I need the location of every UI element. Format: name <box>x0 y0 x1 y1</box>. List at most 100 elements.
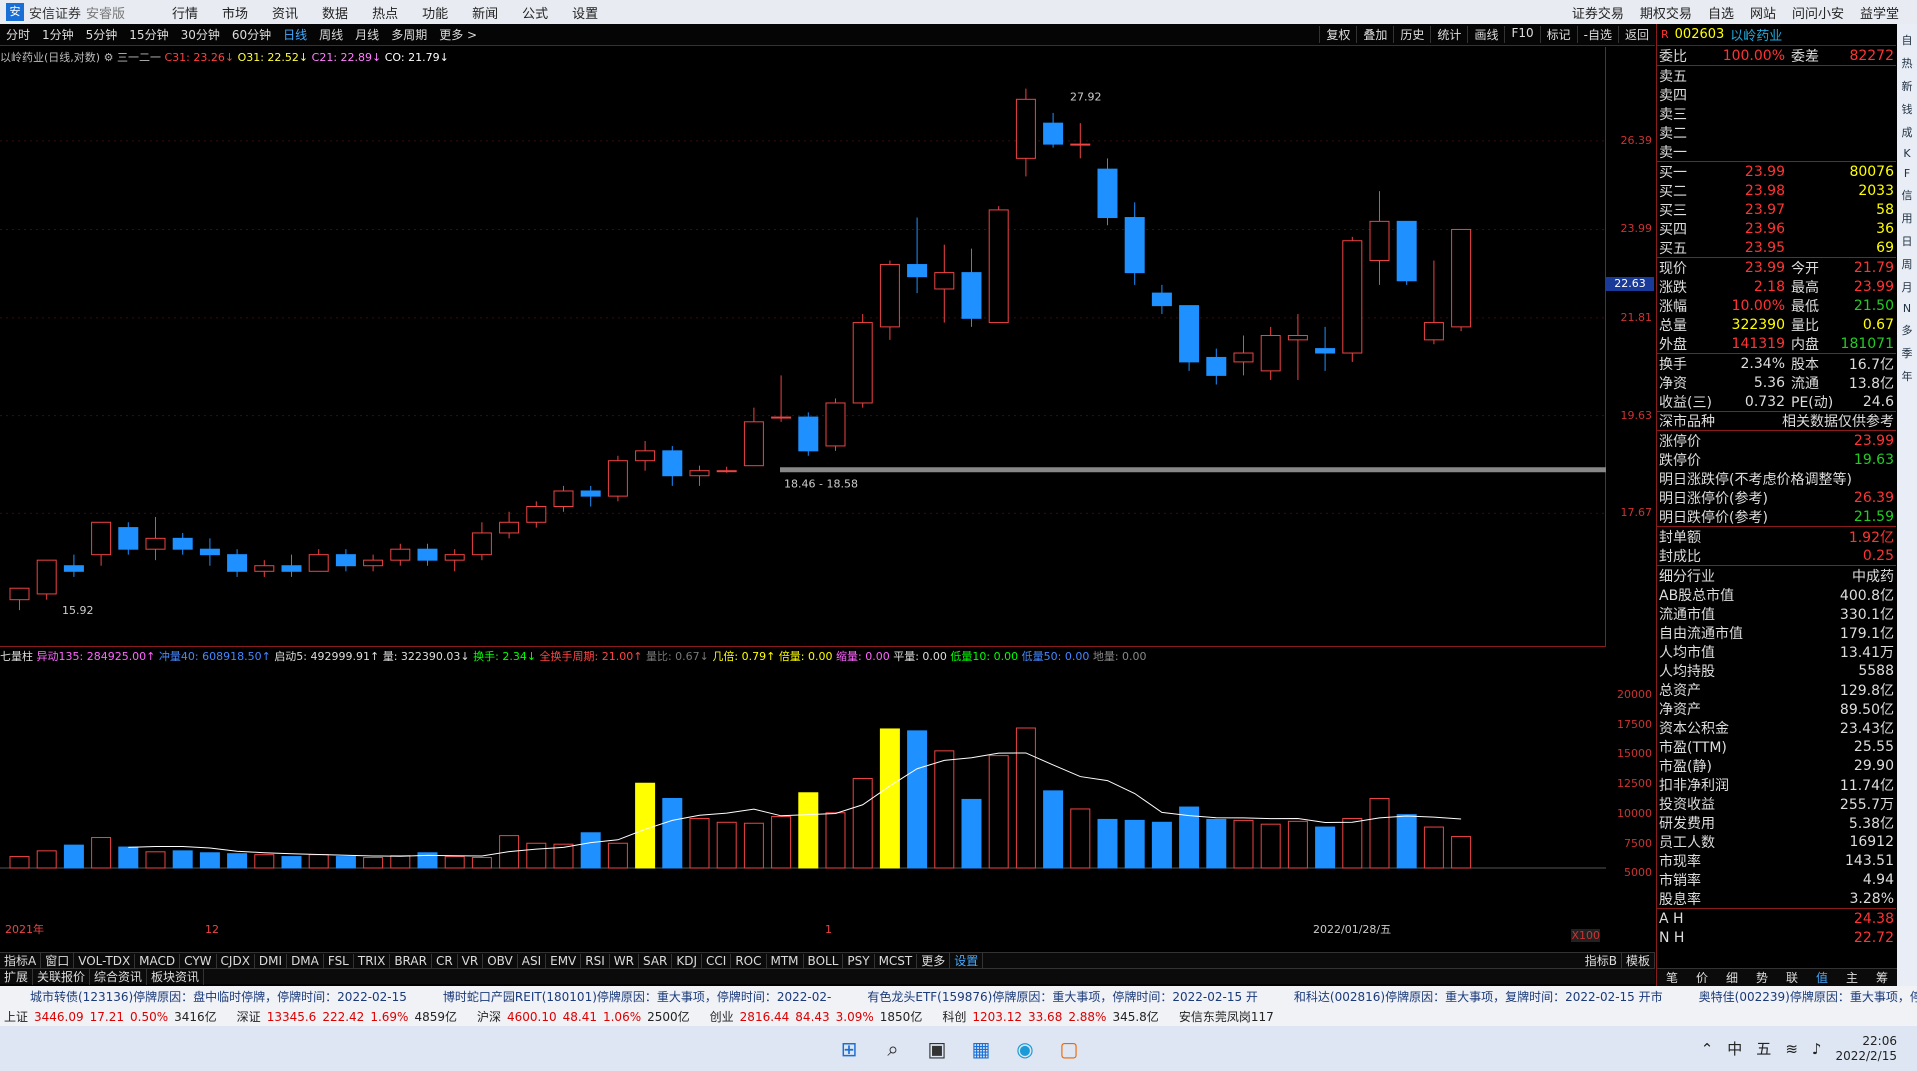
wifi-icon[interactable]: ≋ <box>1785 1040 1798 1058</box>
quote-tab[interactable]: 联 <box>1777 969 1807 986</box>
indicator-tab[interactable]: KDJ <box>672 953 703 968</box>
indicator-tab[interactable]: CR <box>432 953 458 968</box>
period-tab[interactable]: 5分钟 <box>80 26 124 43</box>
extension-tab[interactable]: 板块资讯 <box>147 968 205 985</box>
menu-item[interactable]: 行情 <box>160 3 210 22</box>
menu-right-item[interactable]: 证券交易 <box>1564 3 1632 22</box>
tool-button[interactable]: 返回 <box>1617 26 1655 43</box>
indicator-tab[interactable]: ROC <box>731 953 767 968</box>
menu-right-item[interactable]: 自选 <box>1700 3 1742 22</box>
gear-icon[interactable]: ⚙ <box>104 51 114 64</box>
indicator-tab[interactable]: TRIX <box>354 953 391 968</box>
indicator-tab[interactable]: RSI <box>581 953 610 968</box>
index-item[interactable]: 上证 3446.09 17.21 0.50% 3416亿 <box>4 1008 223 1025</box>
quote-tab[interactable]: 笔 <box>1657 969 1687 986</box>
ticker-item[interactable]: 奥特佳(002239)停牌原因：重大事项，停牌 <box>1699 988 1917 1005</box>
indicator-tab[interactable]: PSY <box>843 953 875 968</box>
windows-start-icon[interactable]: ⊞ <box>835 1035 863 1063</box>
extension-tab[interactable]: 综合资讯 <box>90 968 148 985</box>
indicator-tab[interactable]: 指标A <box>0 952 42 969</box>
tool-button[interactable]: F10 <box>1504 26 1539 43</box>
side-button[interactable]: 新 <box>1902 78 1913 94</box>
side-button[interactable]: 热 <box>1902 55 1913 71</box>
quote-tab[interactable]: 值 <box>1807 969 1837 986</box>
ticker-item[interactable]: 和科达(002816)停牌原因：重大事项，复牌时间：2022-02-15 开市 <box>1294 988 1663 1005</box>
widgets-icon[interactable]: ▦ <box>967 1035 995 1063</box>
side-button[interactable]: 年 <box>1902 368 1913 384</box>
side-button[interactable]: 日 <box>1902 233 1913 249</box>
menu-item[interactable]: 公式 <box>510 3 560 22</box>
chevron-up-icon[interactable]: ⌃ <box>1701 1040 1714 1058</box>
quote-tab[interactable]: 主 <box>1837 969 1867 986</box>
period-tab[interactable]: 多周期 <box>385 26 433 43</box>
side-button[interactable]: 月 <box>1902 279 1913 295</box>
side-button[interactable]: 钱 <box>1902 101 1913 117</box>
quote-tab[interactable]: 细 <box>1717 969 1747 986</box>
indicator-tab[interactable]: CCI <box>702 953 732 968</box>
indicator-tab[interactable]: VOL-TDX <box>74 953 136 968</box>
quote-tab[interactable]: 筹 <box>1867 969 1897 986</box>
menu-item[interactable]: 功能 <box>410 3 460 22</box>
side-button[interactable]: K <box>1903 147 1910 160</box>
side-button[interactable]: 用 <box>1902 210 1913 226</box>
menu-right-item[interactable]: 期权交易 <box>1632 3 1700 22</box>
indicator-tab[interactable]: 更多 <box>917 952 951 969</box>
side-button[interactable]: 信 <box>1902 187 1913 203</box>
period-tab[interactable]: 60分钟 <box>226 26 277 43</box>
period-tab[interactable]: 1分钟 <box>36 26 80 43</box>
menu-item[interactable]: 设置 <box>560 3 610 22</box>
kline-chart[interactable]: 以岭药业(日线,对数) ⚙ 三一二一 C31: 23.26↓ O31: 22.5… <box>0 47 1606 647</box>
index-item[interactable]: 深证 13345.6 222.42 1.69% 4859亿 <box>237 1008 463 1025</box>
quote-tab[interactable]: 价 <box>1687 969 1717 986</box>
indicator-tab[interactable]: DMA <box>287 953 324 968</box>
menu-right-item[interactable]: 网站 <box>1742 3 1784 22</box>
ime-indicator[interactable]: 中 <box>1727 1038 1742 1059</box>
indicator-right-tab[interactable]: 指标B <box>1581 952 1622 969</box>
side-button[interactable]: 多 <box>1902 322 1913 338</box>
period-tab[interactable]: 更多 > <box>433 26 483 43</box>
indicator-tab[interactable]: CYW <box>180 953 217 968</box>
ticker-item[interactable]: 博时蛇口产园REIT(180101)停牌原因：重大事项，停牌时间：2022-02… <box>443 988 831 1005</box>
indicator-tab[interactable]: 窗口 <box>41 952 75 969</box>
period-tab[interactable]: 周线 <box>313 26 349 43</box>
menu-item[interactable]: 新闻 <box>460 3 510 22</box>
extension-tab[interactable]: 扩展 <box>0 968 34 985</box>
period-tab[interactable]: 日线 <box>277 26 313 43</box>
tool-button[interactable]: 复权 <box>1319 26 1356 43</box>
period-tab[interactable]: 30分钟 <box>175 26 226 43</box>
side-button[interactable]: N <box>1903 302 1911 315</box>
news-ticker[interactable]: 城市转债(123136)停牌原因：盘中临时停牌，停牌时间：2022-02-15 博… <box>0 986 1917 1006</box>
tool-button[interactable]: 画线 <box>1467 26 1504 43</box>
menu-right-item[interactable]: 益学堂 <box>1852 3 1907 22</box>
ticker-item[interactable]: 城市转债(123136)停牌原因：盘中临时停牌，停牌时间：2022-02-15 <box>30 988 407 1005</box>
indicator-tab[interactable]: VR <box>458 953 484 968</box>
indicator-tab[interactable]: SAR <box>639 953 673 968</box>
index-item[interactable]: 创业 2816.44 84.43 3.09% 1850亿 <box>710 1008 929 1025</box>
indicator-tab[interactable]: BOLL <box>804 953 844 968</box>
tool-button[interactable]: 统计 <box>1430 26 1467 43</box>
tool-button[interactable]: 叠加 <box>1356 26 1393 43</box>
indicator-tab[interactable]: MTM <box>767 953 804 968</box>
tool-button[interactable]: 标记 <box>1539 26 1577 43</box>
indicator-tab[interactable]: EMV <box>546 953 582 968</box>
indicator-tab[interactable]: CJDX <box>217 953 255 968</box>
indicator-tab[interactable]: DMI <box>255 953 288 968</box>
ticker-item[interactable]: 有色龙头ETF(159876)停牌原因：重大事项，停牌时间：2022-02-15… <box>867 988 1258 1005</box>
indicator-tab[interactable]: FSL <box>324 953 354 968</box>
side-button[interactable]: 季 <box>1902 345 1913 361</box>
quote-tab[interactable]: 势 <box>1747 969 1777 986</box>
menu-item[interactable]: 资讯 <box>260 3 310 22</box>
task-view-icon[interactable]: ▣ <box>923 1035 951 1063</box>
menu-item[interactable]: 数据 <box>310 3 360 22</box>
index-item[interactable]: 科创 1203.12 33.68 2.88% 345.8亿 <box>942 1008 1164 1025</box>
indicator-tab[interactable]: MCST <box>875 953 918 968</box>
side-button[interactable]: 周 <box>1902 256 1913 272</box>
side-button[interactable]: F <box>1904 167 1910 180</box>
extension-tab[interactable]: 关联报价 <box>33 968 91 985</box>
menu-right-item[interactable]: 问问小安 <box>1784 3 1852 22</box>
edge-browser-icon[interactable]: ◉ <box>1011 1035 1039 1063</box>
indicator-tab[interactable]: ASI <box>518 953 547 968</box>
side-button[interactable]: 成 <box>1902 124 1913 140</box>
period-tab[interactable]: 月线 <box>349 26 385 43</box>
search-icon[interactable]: ⌕ <box>879 1035 907 1063</box>
